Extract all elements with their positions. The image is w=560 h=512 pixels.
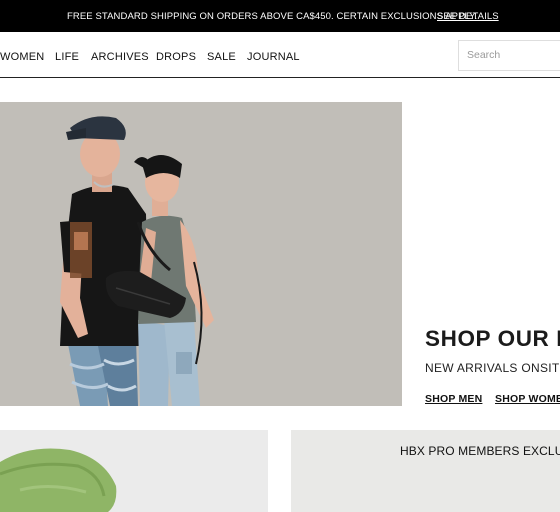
hero-image[interactable] [0,102,402,406]
nav-item-women[interactable]: WOMEN [0,51,44,63]
nav-item-journal[interactable]: JOURNAL [247,51,300,63]
nav-item-archives[interactable]: ARCHIVES [91,51,149,63]
hbx-pro-members-tile[interactable]: HBX PRO MEMBERS EXCLU [291,430,560,512]
see-details-link[interactable]: SEE DETAILS [437,11,499,22]
search-input[interactable] [467,49,560,61]
announcement-message: FREE STANDARD SHIPPING ON ORDERS ABOVE C… [67,11,478,22]
page: FREE STANDARD SHIPPING ON ORDERS ABOVE C… [0,0,560,512]
hero-subtitle: NEW ARRIVALS ONSITE 7 [425,361,560,375]
nav-item-life[interactable]: LIFE [55,51,79,63]
shop-women-link[interactable]: SHOP WOME [495,393,560,405]
nav-item-drops[interactable]: DROPS [156,51,196,63]
announcement-bar: FREE STANDARD SHIPPING ON ORDERS ABOVE C… [0,0,560,32]
nav-item-sale[interactable]: SALE [207,51,236,63]
green-garment-image [0,430,268,512]
search-box [458,40,560,71]
hero-models-illustration [0,102,402,406]
hbx-pro-members-label: HBX PRO MEMBERS EXCLU [400,444,560,458]
shop-men-link[interactable]: SHOP MEN [425,393,482,405]
product-tile[interactable] [0,430,268,512]
main-navigation: WOMEN LIFE ARCHIVES DROPS SALE JOURNAL [0,32,560,78]
hero-title: SHOP OUR E [425,326,560,351]
